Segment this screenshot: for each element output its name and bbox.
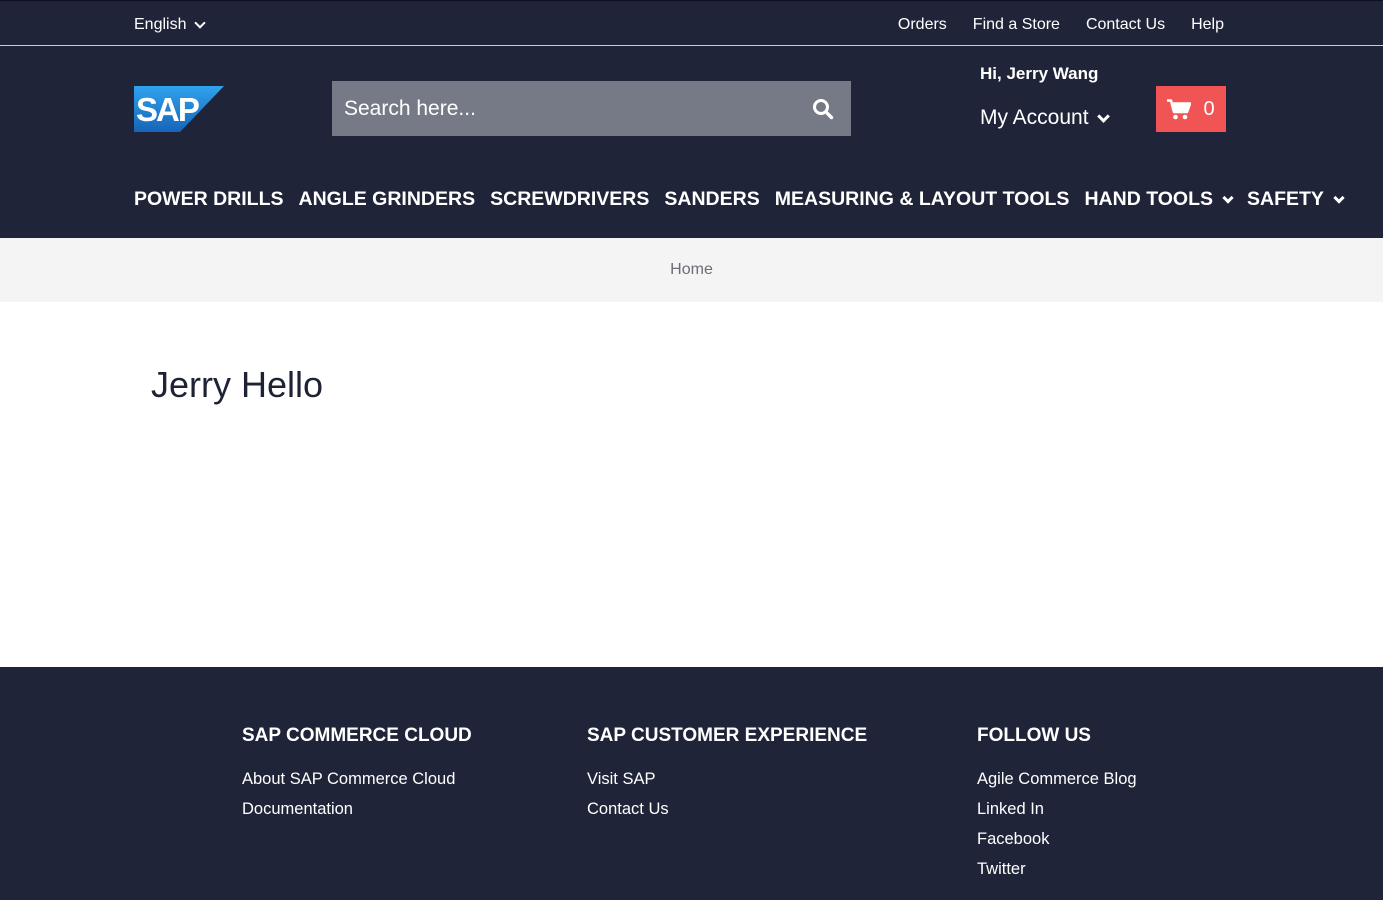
- cart-count: 0: [1203, 97, 1215, 120]
- cart-icon: [1167, 98, 1192, 119]
- svg-text:SAP: SAP: [136, 91, 199, 128]
- nav-sanders[interactable]: SANDERS: [664, 188, 759, 211]
- chevron-down-icon: [1222, 191, 1234, 204]
- language-selector[interactable]: English: [134, 16, 207, 34]
- nav-measuring-layout-tools[interactable]: MEASURING & LAYOUT TOOLS: [775, 188, 1070, 211]
- search-icon: [813, 98, 834, 119]
- user-greeting: Hi, Jerry Wang: [980, 64, 1099, 83]
- find-store-link[interactable]: Find a Store: [973, 16, 1060, 34]
- chevron-down-icon: [1333, 191, 1345, 204]
- site-footer: SAP COMMERCE CLOUD About SAP Commerce Cl…: [0, 667, 1383, 900]
- search-input[interactable]: [332, 81, 795, 136]
- nav-screwdrivers[interactable]: SCREWDRIVERS: [490, 188, 649, 211]
- my-account-menu[interactable]: My Account: [980, 106, 1110, 130]
- footer-link-contact-us[interactable]: Contact Us: [587, 800, 867, 819]
- help-link[interactable]: Help: [1191, 16, 1224, 34]
- footer-link-linkedin[interactable]: Linked In: [977, 800, 1137, 819]
- breadcrumb-home-link[interactable]: Home: [670, 261, 713, 279]
- sap-logo[interactable]: SAP: [134, 86, 224, 132]
- nav-angle-grinders[interactable]: ANGLE GRINDERS: [299, 188, 476, 211]
- footer-column-follow-us: FOLLOW US Agile Commerce Blog Linked In …: [977, 725, 1137, 890]
- footer-link-about[interactable]: About SAP Commerce Cloud: [242, 770, 472, 789]
- my-account-label: My Account: [980, 106, 1089, 129]
- footer-heading: SAP CUSTOMER EXPERIENCE: [587, 725, 868, 746]
- language-label: English: [134, 16, 187, 33]
- nav-safety[interactable]: SAFETY: [1247, 188, 1345, 211]
- footer-heading: FOLLOW US: [977, 725, 1091, 746]
- footer-column-customer-experience: SAP CUSTOMER EXPERIENCE Visit SAP Contac…: [587, 725, 867, 830]
- page-title: Jerry Hello: [151, 364, 324, 405]
- top-bar: English Orders Find a Store Contact Us H…: [0, 0, 1383, 46]
- footer-link-facebook[interactable]: Facebook: [977, 830, 1137, 849]
- category-nav: POWER DRILLS ANGLE GRINDERS SCREWDRIVERS…: [134, 188, 1345, 211]
- nav-hand-tools[interactable]: HAND TOOLS: [1084, 188, 1234, 211]
- breadcrumb: Home: [0, 238, 1383, 302]
- chevron-down-icon: [1096, 109, 1110, 123]
- contact-us-link[interactable]: Contact Us: [1086, 16, 1165, 34]
- search-box: [332, 81, 851, 136]
- cart-button[interactable]: 0: [1156, 86, 1226, 132]
- search-button[interactable]: [795, 81, 851, 136]
- top-links: Orders Find a Store Contact Us Help: [898, 16, 1224, 34]
- nav-power-drills[interactable]: POWER DRILLS: [134, 188, 284, 211]
- site-header: SAP Hi, Jerry Wang My Account 0 POWER DR…: [0, 46, 1383, 238]
- footer-link-twitter[interactable]: Twitter: [977, 860, 1137, 879]
- footer-link-documentation[interactable]: Documentation: [242, 800, 472, 819]
- orders-link[interactable]: Orders: [898, 16, 947, 34]
- footer-link-blog[interactable]: Agile Commerce Blog: [977, 770, 1137, 789]
- footer-heading: SAP COMMERCE CLOUD: [242, 725, 472, 746]
- footer-column-commerce-cloud: SAP COMMERCE CLOUD About SAP Commerce Cl…: [242, 725, 472, 830]
- footer-link-visit-sap[interactable]: Visit SAP: [587, 770, 867, 789]
- chevron-down-icon: [194, 17, 207, 29]
